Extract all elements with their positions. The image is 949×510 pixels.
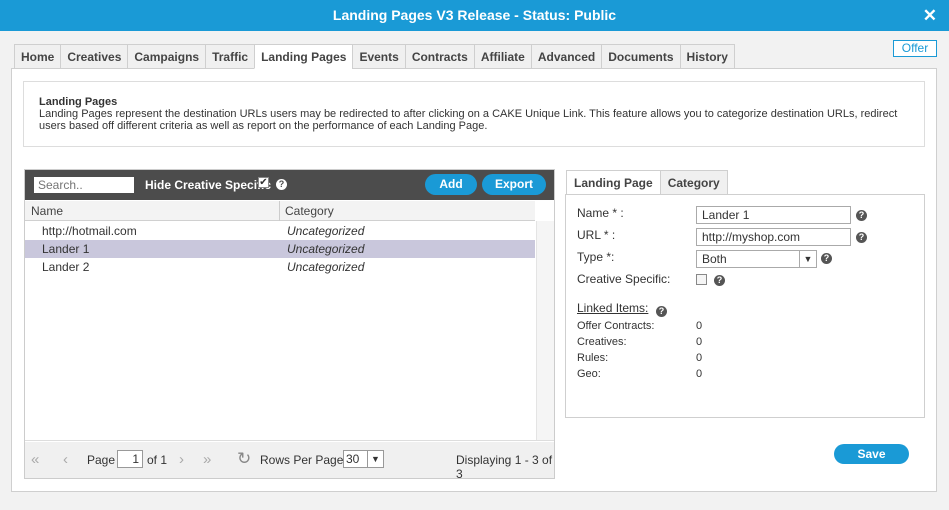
help-icon[interactable]: ? bbox=[276, 179, 287, 190]
tab-affiliate[interactable]: Affiliate bbox=[473, 44, 531, 69]
creative-specific-checkbox[interactable] bbox=[696, 274, 707, 285]
rows-per-page-label: Rows Per Page: bbox=[260, 453, 347, 467]
type-value: Both bbox=[702, 252, 727, 266]
tab-advanced[interactable]: Advanced bbox=[530, 44, 602, 69]
search-input[interactable] bbox=[34, 177, 134, 193]
page-number-input[interactable]: 1 bbox=[117, 450, 143, 468]
page-label: Page bbox=[87, 453, 116, 467]
offer-button[interactable]: Offer bbox=[893, 40, 937, 57]
url-label: URL * : bbox=[577, 228, 616, 242]
tab-campaigns[interactable]: Campaigns bbox=[127, 44, 206, 69]
offer-contracts-label: Offer Contracts: bbox=[577, 320, 655, 332]
help-icon[interactable]: ? bbox=[714, 275, 725, 286]
name-label: Name * : bbox=[577, 206, 624, 220]
add-button[interactable]: Add bbox=[425, 174, 477, 195]
displaying-count: Displaying 1 - 3 of 3 bbox=[456, 453, 553, 481]
name-field[interactable]: Lander 1 bbox=[696, 206, 851, 224]
table-row[interactable]: http://hotmail.com Uncategorized bbox=[25, 222, 535, 240]
row-name: Lander 2 bbox=[42, 260, 90, 274]
help-icon[interactable]: ? bbox=[821, 253, 832, 264]
grid-header: Name Category bbox=[25, 201, 535, 221]
tab-creatives[interactable]: Creatives bbox=[60, 44, 128, 69]
column-divider bbox=[279, 201, 280, 221]
tab-landing-page[interactable]: Landing Page bbox=[566, 170, 660, 195]
rows-per-page-select[interactable]: 30 ▼ bbox=[343, 450, 384, 468]
chevron-down-icon: ▼ bbox=[367, 451, 383, 467]
title-bar: Landing Pages V3 Release - Status: Publi… bbox=[0, 0, 949, 31]
next-page-icon[interactable]: › bbox=[179, 452, 184, 467]
detail-panel: Name * : Lander 1 ? URL * : http://mysho… bbox=[565, 194, 925, 418]
window-title: Landing Pages V3 Release - Status: Publi… bbox=[332, 7, 617, 23]
landing-pages-grid: Hide Creative Specific ✔ ? Add Export Na… bbox=[24, 169, 555, 481]
first-page-icon[interactable]: « bbox=[31, 452, 39, 467]
info-description: Landing Pages represent the destination … bbox=[39, 108, 898, 132]
rules-label: Rules: bbox=[577, 352, 609, 364]
column-header-name[interactable]: Name bbox=[31, 201, 63, 221]
geo-count: 0 bbox=[696, 368, 703, 380]
page-count-label: of 1 bbox=[147, 453, 168, 467]
linked-items-heading: Linked Items: bbox=[577, 301, 649, 315]
info-heading: Landing Pages bbox=[39, 96, 118, 108]
hide-creative-label: Hide Creative Specific bbox=[145, 178, 272, 192]
last-page-icon[interactable]: » bbox=[203, 452, 211, 467]
row-category: Uncategorized bbox=[287, 242, 365, 256]
chevron-down-icon: ▼ bbox=[799, 251, 816, 267]
help-icon[interactable]: ? bbox=[656, 306, 667, 317]
row-name: Lander 1 bbox=[42, 242, 90, 256]
refresh-icon[interactable]: ↻ bbox=[237, 450, 251, 467]
tab-home[interactable]: Home bbox=[14, 44, 61, 69]
main-tabs: Home Creatives Campaigns Traffic Landing… bbox=[14, 44, 735, 69]
creatives-label: Creatives: bbox=[577, 336, 627, 348]
table-row[interactable]: Lander 1 Uncategorized bbox=[25, 240, 535, 258]
type-select[interactable]: Both ▼ bbox=[696, 250, 817, 268]
offer-contracts-count: 0 bbox=[696, 320, 703, 332]
export-button[interactable]: Export bbox=[482, 174, 546, 195]
detail-tabs: Landing Page Category bbox=[566, 170, 728, 195]
tab-traffic[interactable]: Traffic bbox=[205, 44, 255, 69]
divider bbox=[25, 440, 554, 441]
prev-page-icon[interactable]: ‹ bbox=[63, 452, 68, 467]
help-icon[interactable]: ? bbox=[856, 232, 867, 243]
rules-count: 0 bbox=[696, 352, 703, 364]
tab-contracts[interactable]: Contracts bbox=[404, 44, 474, 69]
rows-per-page-value: 30 bbox=[346, 452, 360, 466]
tab-events[interactable]: Events bbox=[352, 44, 405, 69]
creative-specific-label: Creative Specific: bbox=[577, 272, 671, 286]
help-icon[interactable]: ? bbox=[856, 210, 867, 221]
tab-documents[interactable]: Documents bbox=[601, 44, 680, 69]
tab-history[interactable]: History bbox=[679, 44, 735, 69]
close-icon[interactable]: ✕ bbox=[923, 0, 937, 31]
hide-creative-checkbox[interactable]: ✔ bbox=[258, 177, 269, 188]
grid-toolbar: Hide Creative Specific ✔ ? Add Export bbox=[25, 170, 554, 200]
creatives-count: 0 bbox=[696, 336, 703, 348]
row-category: Uncategorized bbox=[287, 224, 365, 238]
row-category: Uncategorized bbox=[287, 260, 365, 274]
url-field[interactable]: http://myshop.com bbox=[696, 228, 851, 246]
row-name: http://hotmail.com bbox=[42, 224, 137, 238]
type-label: Type *: bbox=[577, 250, 615, 264]
geo-label: Geo: bbox=[577, 368, 601, 380]
pager: « ‹ Page 1 of 1 › » ↻ Rows Per Page: 30 … bbox=[25, 442, 554, 481]
table-row[interactable]: Lander 2 Uncategorized bbox=[25, 258, 535, 276]
save-button[interactable]: Save bbox=[834, 444, 909, 464]
tab-landing-pages[interactable]: Landing Pages bbox=[254, 44, 353, 69]
tab-category[interactable]: Category bbox=[659, 170, 728, 195]
column-header-category[interactable]: Category bbox=[285, 201, 334, 221]
grid-scrollbar[interactable] bbox=[536, 221, 554, 441]
info-box: Landing Pages Landing Pages represent th… bbox=[23, 81, 925, 147]
